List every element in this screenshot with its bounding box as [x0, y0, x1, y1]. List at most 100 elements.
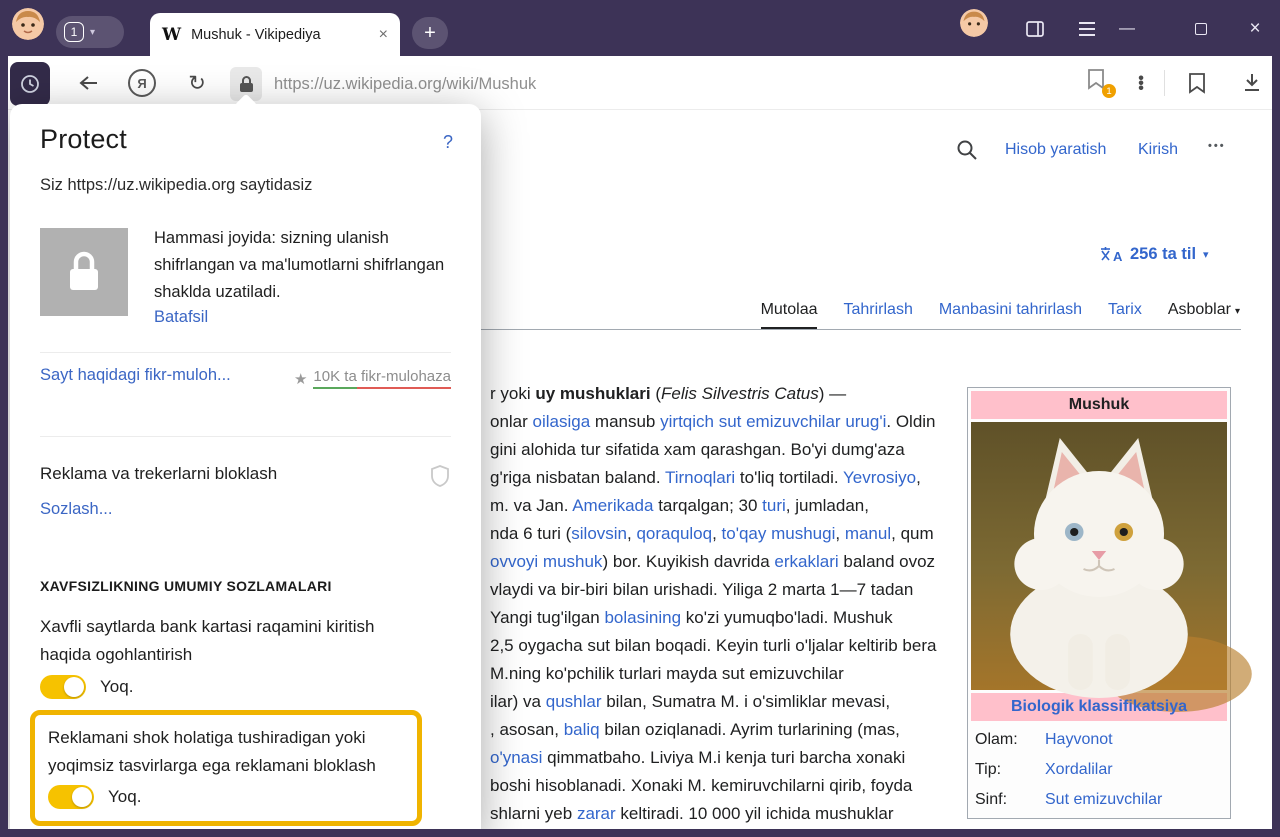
sidebar-toggle-button[interactable]	[10, 62, 50, 106]
panel-icon	[1025, 19, 1045, 39]
create-account-link[interactable]: Hisob yaratish	[1005, 141, 1106, 159]
article-line: boshi hisoblanadi. Xonaki M. kemiruvchil…	[490, 772, 952, 800]
article-link[interactable]: yirtqich sut emizuvchilar	[660, 412, 840, 431]
article-link[interactable]: baliq	[564, 720, 600, 739]
wiki-tab-tahrirlash[interactable]: Tahrirlash	[843, 301, 912, 327]
secure-lock-tile	[40, 228, 128, 316]
article-text-segment: (	[651, 384, 661, 403]
wiki-tab-manbasini-tahrirlash[interactable]: Manbasini tahrirlash	[939, 301, 1082, 327]
tab-title: Mushuk - Vikipediya	[191, 27, 369, 43]
kitten-photo[interactable]	[971, 422, 1227, 690]
article-text-segment: shlarni yeb	[490, 804, 577, 823]
minimize-icon: —	[1119, 20, 1135, 38]
article-link[interactable]: zarar	[577, 804, 616, 823]
popup-title: Protect	[40, 124, 127, 155]
infobox-row-label: Tip:	[971, 755, 1041, 785]
address-bar[interactable]: https://uz.wikipedia.org/wiki/Mushuk	[274, 71, 536, 97]
infobox-row-value[interactable]: Sut emizuvchilar	[1041, 785, 1227, 815]
tab-close-icon[interactable]: ×	[379, 26, 388, 44]
article-link[interactable]: Tirnoqlari	[665, 468, 735, 487]
article-line: vlaydi va bir-biri bilan urishadi. Yilig…	[490, 576, 952, 604]
hamburger-icon	[1079, 22, 1095, 24]
article-link[interactable]: to'qay mushugi	[722, 524, 836, 543]
wiki-tab-asboblar[interactable]: Asboblar▾	[1168, 301, 1240, 327]
language-selector-button[interactable]: A 256 ta til ▾	[1100, 245, 1209, 264]
kitten-illustration	[971, 422, 1227, 690]
feedback-rating-text: 10K ta fikr-mulohaza	[313, 368, 451, 389]
article-text-segment: gini alohida tur sifatida xam qarashgan.…	[490, 440, 905, 459]
wiki-tab-mutolaa[interactable]: Mutolaa	[761, 301, 818, 329]
adblock-settings-link[interactable]: Sozlash...	[40, 500, 112, 519]
article-link[interactable]: oilasiga	[533, 412, 591, 431]
url-text: https://uz.wikipedia.org/wiki/Mushuk	[274, 75, 536, 94]
bank-warning-toggle[interactable]	[40, 675, 86, 699]
article-text-segment: , jumladan,	[786, 496, 869, 515]
reload-button[interactable]: ↻	[182, 68, 212, 98]
article-line: , asosan, baliq bilan oziqlanadi. Ayrim …	[490, 716, 952, 744]
search-button[interactable]	[955, 138, 981, 164]
address-menu-button[interactable]: •••	[1130, 68, 1152, 98]
infobox-row-label: Olam:	[971, 725, 1041, 755]
article-link[interactable]: Yevrosiyo	[843, 468, 916, 487]
tab-group-button[interactable]: 1 ▾	[56, 16, 124, 48]
tab-count: 1	[64, 22, 84, 42]
tab-bar: 1 ▾ W Mushuk - Vikipediya × +	[0, 0, 1280, 56]
article-link[interactable]: manul	[845, 524, 891, 543]
article-line: M.ning ko'pchilik turlari mayda sut emiz…	[490, 660, 952, 688]
article-text-segment: boshi hisoblanadi. Xonaki M. kemiruvchil…	[490, 776, 912, 795]
infobox-row: Tip:Xordalilar	[971, 755, 1227, 785]
user-avatar[interactable]	[960, 9, 988, 37]
article-line: m. va Jan. Amerikada tarqalgan; 30 turi,…	[490, 492, 952, 520]
article-line: shlarni yeb zarar keltiradi. 10 000 yil …	[490, 800, 952, 828]
article-link[interactable]: Amerikada	[572, 496, 653, 515]
feedback-rating: ★ 10K ta fikr-mulohaza	[294, 368, 451, 389]
minimize-button[interactable]: —	[1112, 15, 1142, 43]
infobox-title: Mushuk	[971, 391, 1227, 419]
bank-warning-toggle-row: Yoq.	[40, 675, 133, 699]
infobox-row-value[interactable]: Hayvonot	[1041, 725, 1227, 755]
protect-popup: Protect ? Siz https://uz.wikipedia.org s…	[10, 104, 481, 837]
yandex-search-button[interactable]: Я	[128, 69, 156, 97]
side-panel-button[interactable]	[1022, 15, 1048, 43]
connection-status-text: Hammasi joyida: sizning ulanish shifrlan…	[154, 225, 454, 306]
login-link[interactable]: Kirish	[1138, 141, 1178, 159]
article-link[interactable]: ovvoyi mushuk	[490, 552, 602, 571]
close-window-button[interactable]: ×	[1240, 15, 1270, 43]
article-link[interactable]: silovsin	[571, 524, 627, 543]
shock-ads-toggle[interactable]	[48, 785, 94, 809]
new-tab-button[interactable]: +	[412, 17, 448, 49]
article-link[interactable]: qushlar	[546, 692, 602, 711]
infobox-row-label: Sinf:	[971, 785, 1041, 815]
help-link[interactable]: ?	[443, 132, 453, 153]
article-link[interactable]: o'ynasi	[490, 748, 542, 767]
downloads-button[interactable]	[1238, 68, 1266, 98]
article-text: r yoki uy mushuklari (Felis Silvestris C…	[490, 380, 952, 829]
article-link[interactable]: urug'i	[845, 412, 886, 431]
article-line: onlar oilasiga mansub yirtqich sut emizu…	[490, 408, 952, 436]
personal-tools-overflow[interactable]: •••	[1208, 140, 1226, 152]
collections-button[interactable]	[1184, 68, 1210, 98]
article-link[interactable]: erkaklari	[774, 552, 838, 571]
article-text-segment: , asosan,	[490, 720, 564, 739]
protect-status-button[interactable]: 1	[1086, 68, 1112, 98]
avatar-image	[12, 8, 44, 40]
article-text-segment: mansub	[590, 412, 660, 431]
details-link[interactable]: Batafsil	[154, 308, 208, 327]
article-link[interactable]: qoraquloq	[636, 524, 712, 543]
article-line: g'riga nisbatan baland. Tirnoqlari to'li…	[490, 464, 952, 492]
browser-menu-button[interactable]	[1074, 15, 1100, 43]
avatar-image	[960, 9, 988, 37]
bank-warning-label: Xavfli saytlarda bank kartasi raqamini k…	[40, 613, 412, 669]
wiki-tab-tarix[interactable]: Tarix	[1108, 301, 1142, 327]
browser-tab[interactable]: W Mushuk - Vikipediya ×	[150, 13, 400, 56]
profile-avatar[interactable]	[12, 8, 44, 40]
site-feedback-link[interactable]: Sayt haqidagi fikr-muloh...	[40, 366, 231, 385]
article-link[interactable]: bolasining	[604, 608, 681, 627]
article-link[interactable]: turi	[762, 496, 786, 515]
maximize-button[interactable]	[1186, 15, 1216, 43]
article-text-segment: ) —	[819, 384, 846, 403]
back-button[interactable]	[74, 68, 104, 98]
article-text-segment: baland ovoz	[839, 552, 935, 571]
infobox-row-value[interactable]: Xordalilar	[1041, 755, 1227, 785]
article-tabs: Mutolaa Tahrirlash Manbasini tahrirlash Tar…	[761, 301, 1240, 330]
